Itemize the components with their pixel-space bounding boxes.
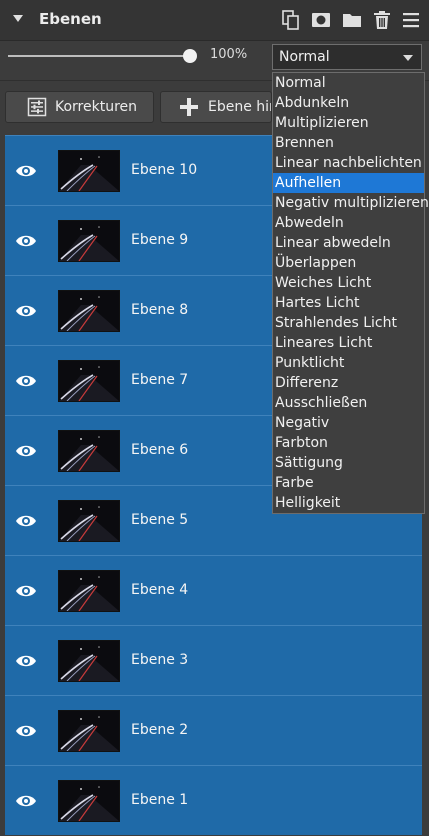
blend-mode-select[interactable]: Normal [272,44,422,70]
add-mask-icon[interactable] [310,9,332,31]
blend-mode-option[interactable]: Hartes Licht [273,293,424,313]
visibility-eye-icon[interactable] [15,580,37,602]
blend-mode-dropdown: Normal Abdunkeln Multiplizieren Brennen Line… [272,72,429,514]
layer-name: Ebene 3 [131,652,189,668]
blend-mode-option[interactable]: Linear abwedeln [273,233,424,253]
blend-mode-option[interactable]: Linear nachbelichten [273,153,424,173]
blend-mode-option[interactable]: Sättigung [273,453,424,473]
collapse-caret-icon[interactable] [13,15,23,22]
opacity-slider-handle[interactable] [183,49,197,63]
layer-row[interactable]: Ebene 2 [5,695,422,765]
opacity-value: 100% [210,47,248,62]
menu-icon[interactable] [400,9,422,31]
blend-mode-option[interactable]: Lineares Licht [273,333,424,353]
layer-thumbnail [58,780,120,822]
visibility-eye-icon[interactable] [15,790,37,812]
blend-mode-option[interactable]: Punktlicht [273,353,424,373]
blend-mode-option[interactable]: Strahlendes Licht [273,313,424,333]
blend-mode-option[interactable]: Brennen [273,133,424,153]
adjustments-button[interactable]: Korrekturen [5,91,154,123]
visibility-eye-icon[interactable] [15,160,37,182]
layer-thumbnail [58,150,120,192]
layer-thumbnail [58,220,120,262]
layer-thumbnail [58,500,120,542]
blend-mode-value: Normal [279,49,330,65]
layer-name: Ebene 2 [131,722,189,738]
adjustments-label: Korrekturen [55,99,138,115]
trash-icon[interactable] [371,9,393,31]
visibility-eye-icon[interactable] [15,650,37,672]
blend-mode-option[interactable]: Normal [273,73,424,93]
layer-thumbnail [58,640,120,682]
blend-mode-option[interactable]: Negativ [273,413,424,433]
blend-mode-option[interactable]: Negativ multiplizieren [273,193,429,213]
visibility-eye-icon[interactable] [15,510,37,532]
blend-mode-option[interactable]: Überlappen [273,253,424,273]
panel-title: Ebenen [39,10,102,28]
opacity-slider[interactable] [8,55,188,57]
layer-row[interactable]: Ebene 4 [5,555,422,625]
layer-name: Ebene 8 [131,302,189,318]
layer-thumbnail [58,710,120,752]
duplicate-layer-icon[interactable] [280,9,302,31]
layer-name: Ebene 5 [131,512,189,528]
chevron-down-icon [403,55,413,61]
panel-header[interactable]: Ebenen [0,0,429,41]
layer-name: Ebene 10 [131,162,198,178]
layer-thumbnail [58,290,120,332]
layer-name: Ebene 6 [131,442,189,458]
visibility-eye-icon[interactable] [15,720,37,742]
layer-thumbnail [58,360,120,402]
layer-name: Ebene 4 [131,582,189,598]
blend-mode-option[interactable]: Weiches Licht [273,273,424,293]
blend-mode-option[interactable]: Abwedeln [273,213,424,233]
blend-mode-option[interactable]: Abdunkeln [273,93,424,113]
visibility-eye-icon[interactable] [15,370,37,392]
layer-name: Ebene 1 [131,792,189,808]
layer-name: Ebene 7 [131,372,189,388]
blend-mode-option[interactable]: Helligkeit [273,493,424,513]
visibility-eye-icon[interactable] [15,300,37,322]
add-layer-label: Ebene hinzufügen [208,99,271,115]
layer-name: Ebene 9 [131,232,189,248]
layer-row[interactable]: Ebene 1 [5,765,422,835]
blend-mode-option[interactable]: Farbe [273,473,424,493]
layer-thumbnail [58,570,120,612]
blend-mode-option[interactable]: Farbton [273,433,424,453]
blend-mode-option[interactable]: Ausschließen [273,393,424,413]
layers-panel: Ebenen 100% Normal Korrekturen Ebene hi … [0,0,429,836]
layer-row[interactable]: Ebene 3 [5,625,422,695]
layer-thumbnail [58,430,120,472]
adjustments-icon [27,97,47,117]
folder-icon[interactable] [341,9,363,31]
blend-mode-option[interactable]: Multiplizieren [273,113,424,133]
add-layer-button[interactable]: Ebene hinzufügen [160,91,272,123]
blend-mode-option[interactable]: Aufhellen [273,173,424,193]
plus-icon [180,98,198,116]
blend-mode-option[interactable]: Differenz [273,373,424,393]
visibility-eye-icon[interactable] [15,230,37,252]
visibility-eye-icon[interactable] [15,440,37,462]
